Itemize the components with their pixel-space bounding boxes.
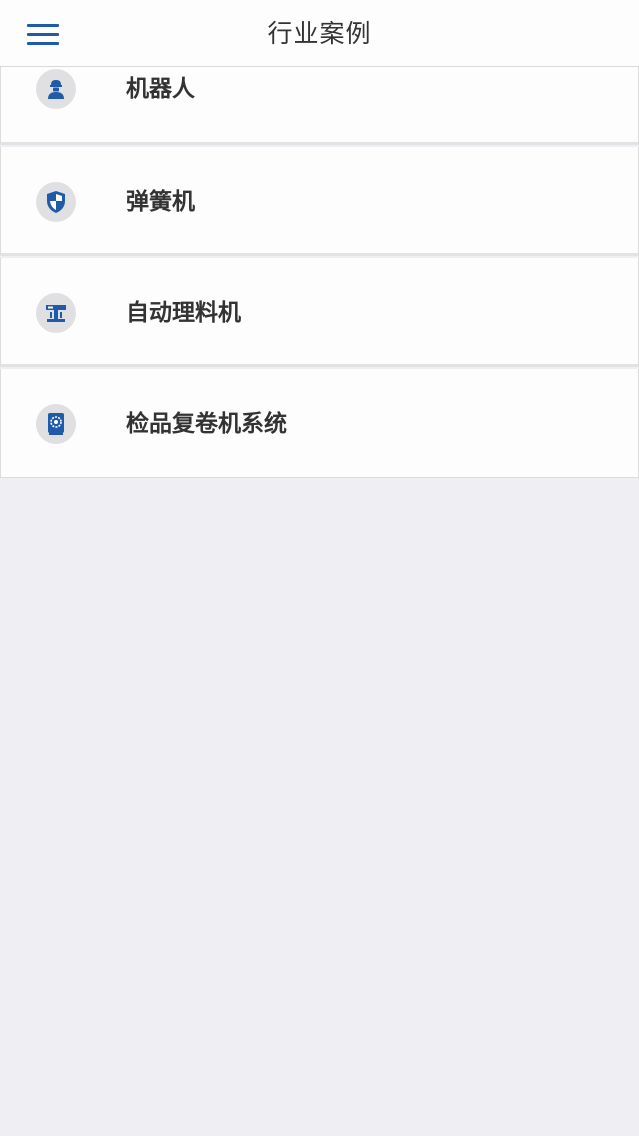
list-item-inspection-rewinder[interactable]: 检品复卷机系统 — [0, 369, 639, 478]
machine-icon — [36, 293, 76, 333]
page-title: 行业案例 — [267, 19, 372, 48]
list-item-auto-sorter[interactable]: 自动理料机 — [0, 258, 639, 367]
gear-book-icon — [36, 404, 76, 444]
robot-worker-icon — [36, 69, 76, 109]
nav-bar: 行业案例 — [0, 0, 639, 67]
list-item-label: 弹簧机 — [126, 189, 195, 215]
list-item-label: 自动理料机 — [126, 300, 241, 326]
list-item-label: 检品复卷机系统 — [126, 411, 287, 437]
shield-icon — [36, 182, 76, 222]
list-item-label: 机器人 — [126, 76, 195, 102]
list-item-spring-machine[interactable]: 弹簧机 — [0, 147, 639, 256]
